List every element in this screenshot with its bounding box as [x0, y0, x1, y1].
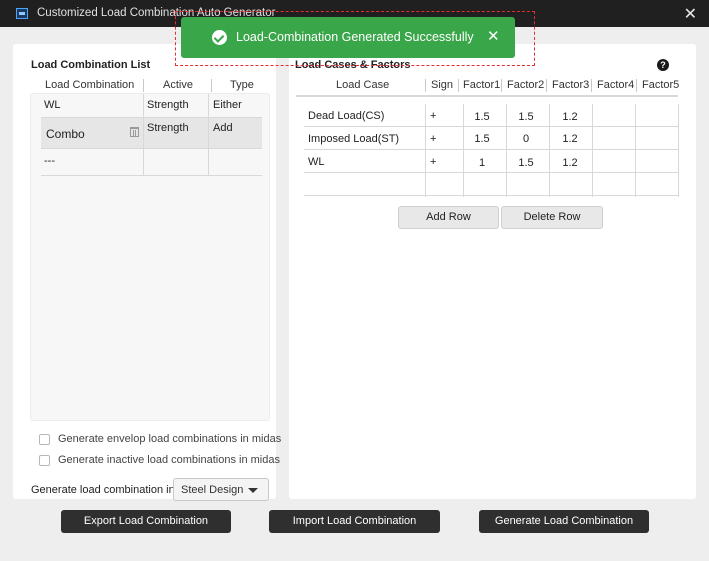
- col-header-factor1: Factor1: [463, 79, 501, 91]
- col-header-load-combination: Load Combination: [45, 79, 135, 91]
- combo-name: WL: [44, 99, 61, 111]
- delete-row-button[interactable]: Delete Row: [501, 206, 603, 229]
- factor2-cell[interactable]: 1.5: [507, 157, 545, 169]
- list-item[interactable]: WL Strength Either: [41, 94, 262, 118]
- design-type-value: Steel Design: [181, 484, 244, 496]
- col-header-factor3: Factor3: [552, 79, 590, 91]
- inactive-label: Generate inactive load combinations in m…: [58, 454, 280, 466]
- design-type-select[interactable]: Steel Design: [173, 478, 269, 501]
- combo-name: ---: [44, 155, 55, 167]
- table-row[interactable]: Imposed Load(ST) + 1.5 0 1.2: [304, 127, 679, 150]
- cell-divider: [208, 118, 209, 149]
- list-item[interactable]: ---: [41, 149, 262, 176]
- factor3-cell[interactable]: 1.2: [551, 133, 589, 145]
- caret-down-icon: [248, 488, 258, 493]
- header-divider: [425, 79, 426, 92]
- combo-type[interactable]: Either: [213, 99, 242, 111]
- grid-divider: [463, 104, 464, 197]
- header-underline: [296, 95, 678, 97]
- combo-active[interactable]: Strength: [147, 99, 189, 111]
- col-header-active: Active: [163, 79, 193, 91]
- header-divider: [636, 79, 637, 92]
- load-case-name[interactable]: Imposed Load(ST): [308, 133, 399, 145]
- grid-divider: [549, 104, 550, 197]
- export-load-combination-button[interactable]: Export Load Combination: [61, 510, 231, 533]
- toast-close-icon[interactable]: ✕: [487, 27, 500, 45]
- col-header-factor5: Factor5: [642, 79, 680, 91]
- combo-name[interactable]: Combo: [46, 127, 85, 141]
- app-icon: [16, 8, 28, 19]
- load-case-grid[interactable]: Dead Load(CS) + 1.5 1.5 1.2 Imposed Load…: [304, 104, 679, 197]
- load-case-name[interactable]: WL: [308, 156, 325, 168]
- cell-divider: [208, 149, 209, 176]
- factor3-cell[interactable]: 1.2: [551, 157, 589, 169]
- generate-load-combination-button[interactable]: Generate Load Combination: [479, 510, 649, 533]
- factor2-cell[interactable]: 1.5: [507, 111, 545, 123]
- add-row-button[interactable]: Add Row: [398, 206, 499, 229]
- cell-divider: [143, 118, 144, 149]
- load-case-sign[interactable]: +: [430, 133, 436, 145]
- factor1-cell[interactable]: 1.5: [463, 111, 501, 123]
- grid-divider: [506, 104, 507, 197]
- header-divider: [501, 79, 502, 92]
- envelop-checkbox[interactable]: [39, 434, 50, 445]
- load-case-name[interactable]: Dead Load(CS): [308, 110, 384, 122]
- header-divider: [458, 79, 459, 92]
- help-icon[interactable]: ?: [657, 59, 669, 71]
- import-load-combination-button[interactable]: Import Load Combination: [269, 510, 440, 533]
- load-case-sign[interactable]: +: [430, 156, 436, 168]
- grid-divider: [635, 104, 636, 197]
- col-header-sign: Sign: [431, 79, 454, 91]
- grid-divider: [425, 104, 426, 197]
- combo-type[interactable]: Add: [213, 122, 233, 134]
- factor1-cell[interactable]: 1.5: [463, 133, 501, 145]
- load-combination-list-title: Load Combination List: [31, 59, 151, 71]
- factor1-cell[interactable]: 1: [463, 157, 501, 169]
- table-row[interactable]: WL + 1 1.5 1.2: [304, 150, 679, 173]
- generate-in-label: Generate load combination in:: [31, 484, 178, 496]
- col-header-load-case: Load Case: [336, 79, 390, 91]
- col-header-type: Type: [230, 79, 254, 91]
- trash-icon[interactable]: [130, 127, 139, 137]
- factor3-cell[interactable]: 1.2: [551, 111, 589, 123]
- col-header-factor2: Factor2: [507, 79, 545, 91]
- grid-divider: [592, 104, 593, 197]
- header-divider: [591, 79, 592, 92]
- load-combination-list[interactable]: WL Strength Either Combo Strength Add --…: [30, 93, 270, 421]
- inactive-checkbox[interactable]: [39, 455, 50, 466]
- cell-divider: [143, 149, 144, 176]
- toast-message: Load-Combination Generated Successfully: [236, 30, 474, 44]
- close-icon[interactable]: ✕: [684, 4, 697, 24]
- envelop-label: Generate envelop load combinations in mi…: [58, 433, 282, 445]
- grid-divider: [678, 104, 679, 197]
- col-header-factor4: Factor4: [597, 79, 635, 91]
- cell-divider: [208, 94, 209, 118]
- table-row[interactable]: Dead Load(CS) + 1.5 1.5 1.2: [304, 104, 679, 127]
- load-case-sign[interactable]: +: [430, 110, 436, 122]
- table-row[interactable]: [304, 173, 679, 196]
- check-circle-icon: [212, 30, 227, 45]
- factor2-cell[interactable]: 0: [507, 133, 545, 145]
- header-divider: [546, 79, 547, 92]
- success-toast: Load-Combination Generated Successfully …: [181, 17, 515, 58]
- header-divider: [211, 79, 212, 92]
- list-item-selected[interactable]: Combo Strength Add: [41, 118, 262, 149]
- cell-divider: [143, 94, 144, 118]
- header-divider: [143, 79, 144, 92]
- combo-active[interactable]: Strength: [147, 122, 189, 134]
